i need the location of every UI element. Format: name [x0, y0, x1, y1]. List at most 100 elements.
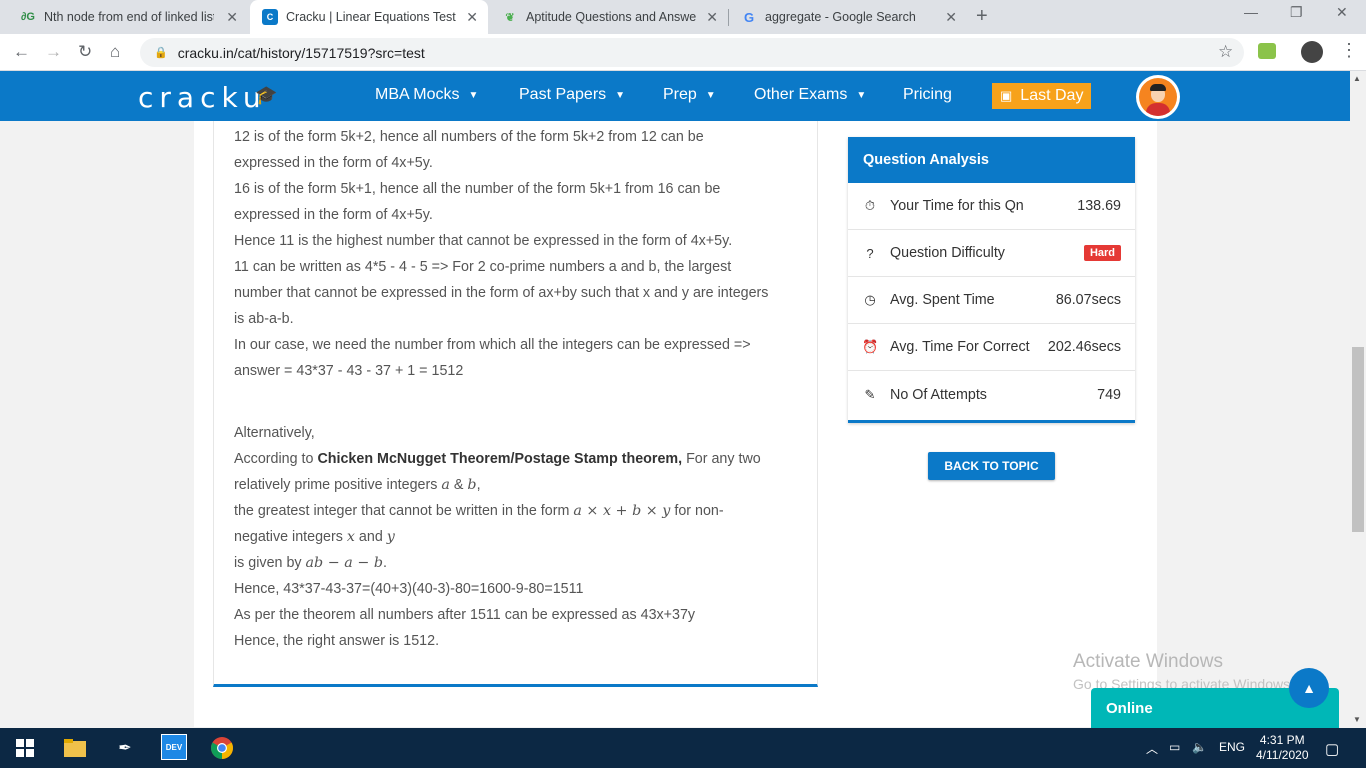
stat-label: Question Difficulty	[890, 245, 1005, 261]
calendar-icon: ▣	[1000, 88, 1013, 103]
alternative-intro: Alternatively,	[234, 425, 315, 441]
theorem-line: According to Chicken McNugget Theorem/Po…	[234, 449, 761, 469]
chevron-down-icon: ▼	[468, 89, 479, 101]
minimize-icon[interactable]: —	[1244, 4, 1258, 20]
solution-line: is ab-a-b.	[234, 311, 294, 327]
nav-past-papers[interactable]: Past Papers ▼	[519, 86, 625, 104]
home-icon[interactable]: ⌂	[110, 42, 120, 62]
text-fragment: is given by	[234, 555, 306, 571]
solution-line: number that cannot be expressed in the f…	[234, 285, 769, 301]
scroll-to-top-button[interactable]: ▲	[1289, 668, 1329, 708]
windows-start-icon[interactable]	[13, 736, 37, 760]
browser-tab-cracku[interactable]: C Cracku | Linear Equations Test So ✕	[250, 0, 488, 34]
dev-cpp-icon[interactable]: DEV	[161, 734, 187, 760]
tab-title: aggregate - Google Search	[765, 10, 916, 24]
file-explorer-icon[interactable]	[63, 736, 87, 760]
reload-icon[interactable]: ↻	[78, 42, 92, 62]
windows-taskbar: ✒ DEV ︿ ▭ 🔈 ENG 4:31 PM 4/11/2020 ▢	[0, 728, 1366, 768]
text-fragment: relatively prime positive integers	[234, 477, 442, 493]
tab-close-icon[interactable]: ✕	[226, 9, 238, 26]
back-arrow-icon[interactable]: ←	[13, 42, 30, 62]
activate-windows-title: Activate Windows	[1073, 651, 1223, 672]
last-day-label: Last Day	[1020, 87, 1084, 104]
math-expression: ab − a − b	[305, 555, 384, 571]
chevron-down-icon: ▼	[856, 89, 867, 101]
profile-avatar[interactable]	[1301, 41, 1323, 63]
browser-menu-icon[interactable]: ⋮	[1340, 40, 1358, 61]
nav-mba-mocks[interactable]: MBA Mocks ▼	[375, 86, 478, 104]
chrome-icon[interactable]	[210, 736, 234, 760]
solution-line: expressed in the form of 4x+5y.	[234, 155, 433, 171]
forward-arrow-icon[interactable]: →	[45, 42, 62, 62]
cracku-logo[interactable]: cracku	[138, 81, 267, 114]
text-fragment: .	[383, 555, 388, 571]
text-fragment: According to	[234, 451, 318, 467]
indiabix-icon: ❦	[505, 11, 515, 24]
last-day-button[interactable]: ▣ Last Day	[992, 83, 1092, 109]
question-analysis-panel: Question Analysis ⏱ Your Time for this Q…	[848, 137, 1135, 423]
nav-label: Pricing	[903, 86, 952, 103]
tab-title: Aptitude Questions and Answers	[526, 10, 696, 24]
theorem-name: Chicken McNugget Theorem/Postage Stamp t…	[317, 451, 683, 467]
new-tab-button[interactable]: +	[976, 5, 988, 28]
solution-line: Hence, the right answer is 1512.	[234, 633, 440, 649]
alarm-icon: ⏰	[862, 339, 879, 354]
theorem-line: relatively prime positive integers a & b…	[234, 475, 481, 495]
notification-icon[interactable]: ▢	[1325, 740, 1339, 758]
browser-tab-google[interactable]: G aggregate - Google Search ✕	[729, 0, 967, 34]
theorem-line: negative integers x and y	[234, 527, 395, 547]
nav-other-exams[interactable]: Other Exams ▼	[754, 86, 866, 104]
nav-label: Past Papers	[519, 86, 607, 103]
tab-close-icon[interactable]: ✕	[945, 9, 957, 26]
battery-icon[interactable]: ▭	[1169, 740, 1180, 754]
scrollbar-thumb[interactable]	[1352, 347, 1364, 532]
inkscape-icon[interactable]: ✒	[113, 736, 137, 760]
stat-row-attempts: ✎ No Of Attempts 749	[848, 371, 1135, 418]
stat-value: 202.46secs	[1047, 339, 1121, 355]
window-close-icon[interactable]: ✕	[1336, 4, 1348, 21]
back-to-topic-button[interactable]: BACK TO TOPIC	[928, 452, 1055, 480]
chevron-down-icon: ▼	[705, 89, 716, 101]
language-indicator[interactable]: ENG	[1219, 740, 1245, 754]
nav-label: Other Exams	[754, 86, 848, 103]
bookmark-star-icon[interactable]: ☆	[1218, 42, 1233, 62]
restore-icon[interactable]: ❐	[1290, 4, 1303, 21]
solution-line: answer = 43*37 - 43 - 37 + 1 = 1512	[234, 363, 464, 379]
nav-label: MBA Mocks	[375, 86, 460, 103]
stat-label: No Of Attempts	[890, 386, 987, 403]
stat-row-avg-correct: ⏰ Avg. Time For Correct 202.46secs	[848, 324, 1135, 371]
system-clock[interactable]: 4:31 PM 4/11/2020	[1256, 733, 1309, 763]
browser-tab-geeksforgeeks[interactable]: ∂G Nth node from end of linked list | ✕	[8, 0, 248, 34]
tab-close-icon[interactable]: ✕	[466, 9, 478, 26]
solution-line: Hence 11 is the highest number that cann…	[234, 233, 733, 249]
theorem-line: is given by ab − a − b.	[234, 553, 387, 573]
scroll-up-arrow-icon[interactable]: ▲	[1353, 74, 1361, 83]
stat-label: Avg. Time For Correct	[890, 339, 1030, 355]
nav-prep[interactable]: Prep ▼	[663, 86, 716, 104]
text-fragment: &	[449, 477, 468, 493]
text-fragment: for non-	[670, 503, 724, 519]
lock-icon: 🔒	[154, 47, 168, 59]
scroll-down-arrow-icon[interactable]: ▼	[1353, 715, 1361, 724]
chevron-up-icon[interactable]: ︿	[1146, 740, 1158, 757]
difficulty-badge: Hard	[1083, 245, 1121, 261]
stat-value: 138.69	[1077, 198, 1121, 214]
nav-pricing[interactable]: Pricing	[903, 86, 952, 104]
math-var: y	[386, 529, 395, 545]
geeksforgeeks-icon: ∂G	[21, 11, 35, 23]
url-text: cracku.in/cat/history/15717519?src=test	[177, 44, 425, 61]
browser-tab-indiabix[interactable]: ❦ Aptitude Questions and Answers ✕	[490, 0, 728, 34]
avatar-image	[1139, 78, 1177, 116]
question-circle-icon: ?	[866, 245, 874, 261]
volume-icon[interactable]: 🔈	[1192, 740, 1207, 754]
chat-label: Online	[1106, 700, 1153, 717]
math-var: a	[441, 477, 450, 493]
stat-label: Your Time for this Qn	[890, 198, 1024, 214]
clock-time: 4:31 PM	[1259, 733, 1305, 747]
url-input[interactable]: 🔒 cracku.in/cat/history/15717519?src=tes…	[140, 38, 1244, 67]
extension-icon[interactable]	[1258, 43, 1276, 59]
edit-icon: ✎	[864, 386, 876, 402]
google-icon: G	[743, 9, 755, 25]
user-avatar[interactable]	[1136, 75, 1180, 119]
tab-close-icon[interactable]: ✕	[706, 9, 718, 26]
